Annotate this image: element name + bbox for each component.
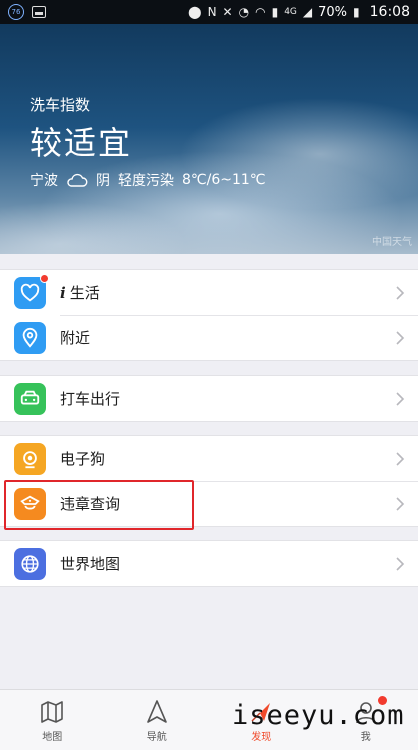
tab-label: 导航 (146, 732, 167, 743)
carwash-index-level: 较适宜 (30, 124, 133, 162)
menu-item-taxi[interactable]: 打车出行 (0, 376, 418, 421)
menu-section-life: i 生活 附近 (0, 269, 418, 361)
carwash-index-label: 洗车指数 (30, 96, 91, 114)
menu-item-label: 生活 (69, 284, 100, 302)
weather-header[interactable]: 洗车指数 较适宜 宁波 阴 轻度污染 8℃/6~11℃ 中国天气 (0, 24, 418, 254)
menu-item-world-map[interactable]: 世界地图 (0, 541, 418, 586)
chevron-right-icon (396, 391, 405, 406)
temperature: 8℃/6~11℃ (182, 172, 266, 188)
site-watermark: iseeyu.com (232, 700, 405, 731)
menu-item-label: 附近 (60, 329, 91, 347)
menu-section-driving: 电子狗 违章查询 (0, 435, 418, 527)
menu-item-label: 世界地图 (60, 555, 121, 573)
chevron-right-icon (396, 556, 405, 571)
life-prefix: i (60, 284, 66, 302)
camera-icon (14, 442, 46, 475)
car-icon (14, 382, 46, 415)
heart-icon (14, 273, 49, 309)
menu-section-world: 世界地图 (0, 540, 418, 587)
menu-item-violation-query[interactable]: 违章查询 (0, 481, 418, 526)
menu-item-label: 打车出行 (60, 390, 121, 408)
image-notification-icon (32, 6, 46, 18)
cloud-icon (67, 173, 88, 187)
chevron-right-icon (396, 330, 405, 345)
chevron-right-icon (396, 496, 405, 511)
globe-icon (14, 547, 46, 580)
signal-icon: ◢ (302, 5, 313, 19)
network-type: 4G (284, 7, 297, 17)
menu-item-camera-dog[interactable]: 电子狗 (0, 436, 418, 481)
tab-label: 地图 (42, 732, 63, 743)
alarm-icon: ◔ (238, 5, 250, 19)
menu-item-label: 电子狗 (60, 450, 106, 468)
battery-icon: ▮ (353, 5, 360, 19)
city-name: 宁波 (30, 173, 58, 189)
status-bar: 76 ⬤ N ✕ ◔ ◠ ▮ 4G ◢ 70% ▮ 16:08 (0, 0, 418, 24)
pollution-level: 轻度污染 (118, 173, 174, 189)
navigation-arrow-icon (146, 700, 167, 723)
chevron-right-icon (396, 285, 405, 300)
menu-item-nearby[interactable]: 附近 (0, 315, 418, 360)
nfc-icon: N (207, 5, 217, 19)
location-pin-icon (14, 321, 46, 354)
battery-percent: 70% (318, 4, 348, 20)
menu-item-label: 违章查询 (60, 495, 121, 513)
tab-navigation[interactable]: 导航 (105, 690, 210, 750)
tab-map[interactable]: 地图 (0, 690, 105, 750)
weather-summary: 宁波 阴 轻度污染 8℃/6~11℃ (30, 170, 266, 190)
weather-source-mark: 中国天气 (372, 237, 412, 248)
chevron-right-icon (396, 451, 405, 466)
weather-condition: 阴 (96, 173, 110, 189)
menu-section-taxi: 打车出行 (0, 375, 418, 422)
notification-dot (40, 273, 49, 283)
location-icon: ⬤ (188, 5, 202, 19)
sim-icon: ▮ (271, 5, 279, 19)
clock: 16:08 (369, 4, 410, 20)
map-icon (41, 701, 64, 723)
menu-item-life[interactable]: i 生活 (0, 270, 418, 315)
mute-icon: ✕ (222, 5, 233, 19)
app-notification-icon: 76 (8, 4, 24, 20)
wifi-icon: ◠ (255, 5, 266, 19)
police-cap-icon (14, 487, 46, 520)
